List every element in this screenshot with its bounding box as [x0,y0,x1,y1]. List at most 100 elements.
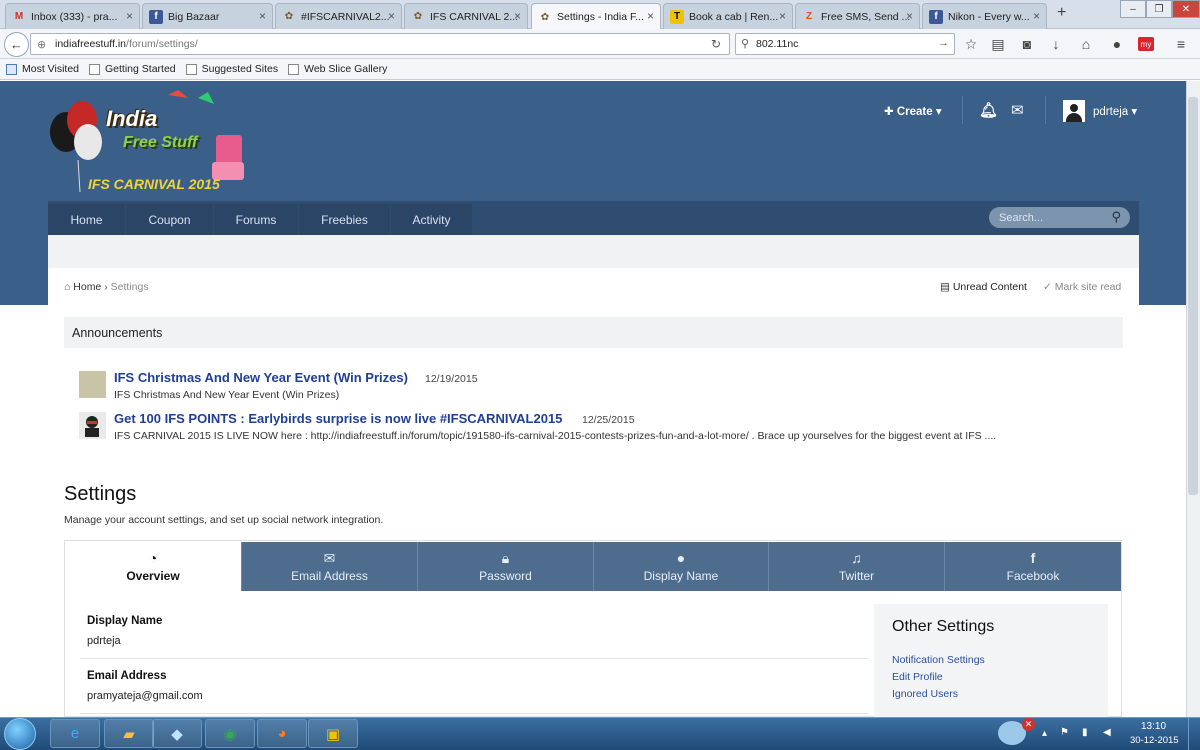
browser-search-input[interactable]: ⚲ 802.11nc → [735,33,955,55]
browser-nav-bar: ← ⊕ indiafreestuff.in/forum/settings/ ↻ … [0,29,1200,59]
back-button[interactable]: ← [4,32,29,57]
announcement-author-avatar[interactable] [79,412,106,439]
nav-forums[interactable]: Forums [214,204,298,235]
browser-tab-cab[interactable]: T Book a cab | Ren... × [663,3,793,29]
addon-icon[interactable]: my [1138,37,1154,51]
url-bar[interactable]: ⊕ indiafreestuff.in/forum/settings/ ↻ [30,33,730,55]
browser-tab-nikon[interactable]: f Nikon - Every w... × [922,3,1047,29]
edit-profile-link[interactable]: Edit Profile [892,671,943,683]
close-icon[interactable]: × [259,9,266,23]
scrollbar-thumb[interactable] [1188,97,1198,495]
show-desktop-button[interactable] [1188,717,1200,750]
close-icon[interactable]: × [126,9,133,23]
gmail-icon: M [14,11,24,22]
bookmark-web-slice[interactable]: Web Slice Gallery [288,63,387,75]
nav-coupon[interactable]: Coupon [126,204,213,235]
breadcrumb-home[interactable]: Home [73,281,101,293]
announcement-title[interactable]: IFS Christmas And New Year Event (Win Pr… [114,370,408,385]
create-menu[interactable]: ✚ Create ▾ [884,104,942,118]
tab-display-name[interactable]: ● Display Name [593,542,768,591]
mark-site-read-link[interactable]: ✓ Mark site read [1043,281,1121,293]
messages-envelope-icon[interactable]: ✉ [1011,101,1024,119]
new-tab-button[interactable]: + [1057,4,1066,22]
close-window-button[interactable]: ✕ [1172,0,1200,18]
ignored-users-link[interactable]: Ignored Users [892,688,958,700]
close-icon[interactable]: × [647,9,654,23]
minimize-button[interactable]: – [1120,0,1146,18]
bookmark-star-icon[interactable]: ☆ [962,35,980,53]
tab-facebook[interactable]: f Facebook [944,542,1121,591]
power-tray-icon[interactable]: ▮ [1082,727,1088,738]
tab-twitter[interactable]: ♫ Twitter [768,542,944,591]
nav-home[interactable]: Home [48,204,125,235]
user-menu[interactable]: pdrteja ▾ [1093,104,1137,118]
app-icon[interactable]: ◆ [152,719,202,748]
browser-tab-ifscarnival1[interactable]: ✿ #IFSCARNIVAL2... × [275,3,402,29]
facebook-icon: f [1030,550,1036,566]
caret-down-icon: ▾ [1131,106,1138,118]
home-icon[interactable]: ⌂ [1077,35,1095,53]
logo-text-india: India [106,106,158,131]
browser-tab-ifscarnival2[interactable]: ✿ IFS CARNIVAL 2... × [404,3,528,29]
header-divider [962,96,963,124]
avatar[interactable] [1063,100,1085,122]
start-button[interactable] [4,718,36,750]
close-icon[interactable]: × [514,9,521,23]
chrome-icon[interactable]: ◉ [205,719,255,748]
clock-time[interactable]: 13:10 [1141,721,1166,732]
page-icon [89,63,100,75]
browser-tab-sms[interactable]: Z Free SMS, Send ... × [795,3,920,29]
announcement-title[interactable]: Get 100 IFS POINTS : Earlybirds surprise… [114,411,562,426]
bookmark-folder-icon [6,63,17,75]
pocket-icon[interactable]: ◙ [1018,35,1036,53]
tab-email-address[interactable]: ✉ Email Address [241,542,417,591]
nav-activity[interactable]: Activity [391,204,472,235]
file-explorer-icon[interactable]: ▰ [104,719,154,748]
close-icon[interactable]: × [779,9,786,23]
bookmark-suggested-sites[interactable]: Suggested Sites [185,63,278,75]
reading-list-icon[interactable]: ▤ [989,35,1007,53]
firefox-icon[interactable]: ◕ [257,719,307,748]
notification-settings-link[interactable]: Notification Settings [892,654,985,666]
app-icon[interactable]: ▣ [308,719,358,748]
home-icon: ⌂ [64,281,71,293]
close-icon[interactable]: × [1033,9,1040,23]
clock-date[interactable]: 30-12-2015 [1130,735,1179,746]
bookmark-most-visited[interactable]: Most Visited [6,63,79,75]
download-icon[interactable]: ↓ [1047,35,1065,53]
close-icon[interactable]: × [388,9,395,23]
taxi-icon: T [670,9,684,24]
announcement-date: 12/19/2015 [425,373,478,385]
site-search-input[interactable]: Search... ⚲ [989,207,1130,228]
tab-overview[interactable]: ◔ Overview [66,542,240,591]
notifications-bell-icon[interactable]: 🔔︎ [979,101,998,119]
sms-icon: Z [805,11,813,22]
breadcrumb: ⌂ Home › Settings [64,281,149,293]
menu-icon[interactable]: ≡ [1172,35,1190,53]
bookmark-getting-started[interactable]: Getting Started [89,63,176,75]
unread-content-link[interactable]: ▤ Unread Content [940,281,1027,293]
chat-icon[interactable]: ● [1108,35,1126,53]
tab-password[interactable]: 🔒︎ Password [417,542,593,591]
site-logo[interactable]: India Free Stuff IFS CARNIVAL 2015 [48,90,248,195]
browser-tab-bigbazaar[interactable]: f Big Bazaar × [142,3,273,29]
back-arrow-icon: ← [10,37,23,52]
ifs-icon: ✿ [540,11,550,23]
ifs-icon: ✿ [413,11,423,22]
reload-icon[interactable]: ↻ [711,37,721,51]
close-icon[interactable]: × [906,9,913,23]
browser-tab-gmail[interactable]: M Inbox (333) - pra... × [5,3,140,29]
announcement-author-avatar[interactable] [79,371,106,398]
flag-tray-icon[interactable]: ⚑ [1060,727,1069,738]
volume-tray-icon[interactable]: ◀ [1103,727,1111,738]
internet-explorer-icon[interactable]: e [50,719,100,748]
browser-tab-settings[interactable]: ✿ Settings - India F... × [531,3,661,30]
user-icon: ● [676,550,686,566]
envelope-icon: ✉ [323,550,336,566]
nav-freebies[interactable]: Freebies [299,204,390,235]
restore-button[interactable]: ❐ [1146,0,1172,18]
go-arrow-icon[interactable]: → [938,37,949,49]
tray-arrow-icon[interactable]: ▴ [1042,728,1047,739]
search-icon[interactable]: ⚲ [1111,209,1121,225]
twitter-icon: ♫ [851,550,862,566]
